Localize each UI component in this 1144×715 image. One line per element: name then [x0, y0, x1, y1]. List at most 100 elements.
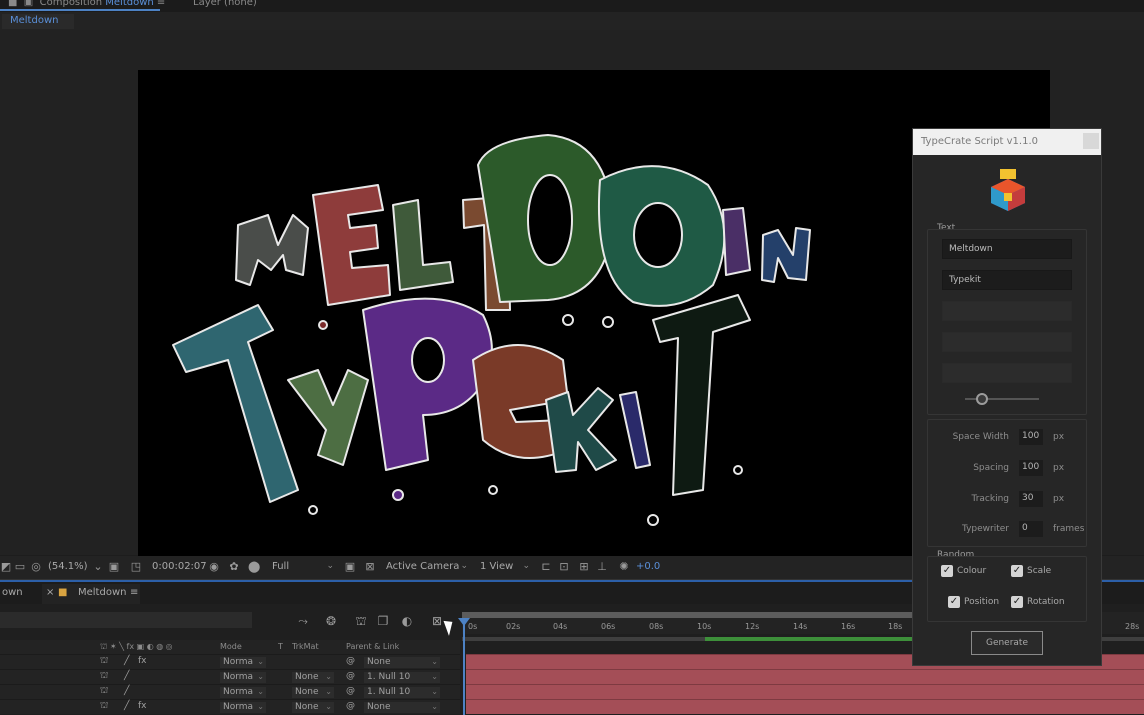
layer-row[interactable]: ⛫ ╱ Norma ⌄ None ⌄ @ 1. Null 10 ⌄: [0, 669, 460, 684]
generate-button[interactable]: Generate: [971, 631, 1043, 655]
column-mode[interactable]: Mode: [220, 642, 242, 651]
show-snapshot-icon[interactable]: ✿: [228, 561, 240, 573]
mask-icon[interactable]: ◎: [30, 561, 42, 573]
flowchart-icon[interactable]: ⊥: [596, 561, 608, 573]
timeline-tab-previous[interactable]: own: [2, 587, 23, 598]
graph-editor-icon[interactable]: ⊠: [430, 614, 444, 628]
view-layout-select[interactable]: 1 View ⌄: [476, 559, 532, 577]
pixel-aspect-icon[interactable]: ⊏: [540, 561, 552, 573]
snapshot-icon[interactable]: ◉: [208, 561, 220, 573]
frame-blending-icon[interactable]: ❐: [376, 614, 390, 628]
parent-select[interactable]: None ⌄: [364, 702, 440, 713]
transparency-grid-icon[interactable]: ⊠: [364, 561, 376, 573]
position-checkbox[interactable]: ✓: [948, 596, 960, 608]
pickwhip-icon[interactable]: @: [346, 671, 355, 681]
fx-icon[interactable]: fx: [138, 701, 147, 711]
trkmat-select[interactable]: None ⌄: [292, 672, 334, 683]
shy-icon[interactable]: ⛫: [100, 686, 108, 697]
tick-label: 10s: [697, 622, 712, 631]
column-t[interactable]: T: [278, 642, 283, 651]
pickwhip-icon[interactable]: @: [346, 686, 355, 696]
column-parent[interactable]: Parent & Link: [346, 642, 399, 651]
motion-blur-icon[interactable]: ◐: [400, 614, 414, 628]
mode-select[interactable]: Norma ⌄: [220, 672, 266, 683]
mode-select[interactable]: Norma ⌄: [220, 702, 266, 713]
shy-icon[interactable]: ⛫: [100, 701, 108, 712]
layer-row[interactable]: ⛫ ╱ fx Norma ⌄ @ None ⌄: [0, 654, 460, 669]
tracking-input[interactable]: 30: [1019, 491, 1043, 507]
playhead-line[interactable]: [463, 620, 465, 715]
parent-select[interactable]: 1. Null 10 ⌄: [364, 672, 440, 683]
space-width-input[interactable]: 100: [1019, 429, 1043, 445]
scale-checkbox[interactable]: ✓: [1011, 565, 1023, 577]
trkmat-select[interactable]: None ⌄: [292, 687, 334, 698]
layer-tab[interactable]: Layer (none): [193, 0, 257, 8]
panel-title[interactable]: TypeCrate Script v1.1.0: [913, 129, 1101, 155]
mode-select[interactable]: Norma ⌄: [220, 657, 266, 668]
fast-previews-icon[interactable]: ▣: [344, 561, 356, 573]
close-icon[interactable]: ×: [46, 587, 54, 598]
timeline-tab-meltdown[interactable]: × ■ Meltdown ≡: [42, 584, 140, 604]
shy-layers-icon[interactable]: ⛫: [354, 614, 368, 628]
column-trkmat[interactable]: TrkMat: [292, 642, 319, 651]
layer-track-bar[interactable]: [466, 699, 1144, 714]
composition-mini-flowchart-icon[interactable]: ⤳: [296, 614, 310, 628]
close-button[interactable]: [1083, 133, 1099, 149]
exposure-value[interactable]: +0.0: [636, 561, 660, 572]
text-field-5[interactable]: [942, 363, 1072, 383]
breadcrumb[interactable]: Meltdown: [2, 14, 74, 29]
zoom-level[interactable]: (54.1%): [48, 561, 88, 572]
text-field-1[interactable]: Meltdown: [942, 239, 1072, 259]
mode-select[interactable]: Norma ⌄: [220, 687, 266, 698]
pickwhip-icon[interactable]: @: [346, 656, 355, 666]
exposure-reset-icon[interactable]: ✺: [618, 561, 630, 573]
monitor-icon[interactable]: ▭: [14, 561, 26, 573]
quality-icon[interactable]: ╱: [124, 656, 129, 666]
quality-icon[interactable]: ╱: [124, 686, 129, 696]
space-width-label: Space Width: [952, 432, 1009, 442]
time-navigator-bar[interactable]: [462, 612, 912, 618]
region-of-interest-icon[interactable]: ◳: [130, 561, 142, 573]
rotation-checkbox[interactable]: ✓: [1011, 596, 1023, 608]
layer-row[interactable]: ⛫ ╱ fx Norma ⌄ None ⌄ @ None ⌄: [0, 699, 460, 714]
layer-search-input[interactable]: [0, 612, 252, 628]
text-field-3[interactable]: [942, 301, 1072, 321]
always-preview-icon[interactable]: ◩: [0, 561, 12, 573]
typewriter-input[interactable]: 0: [1019, 521, 1043, 537]
color-channels-icon[interactable]: ⬤: [248, 561, 260, 573]
layer-track-bar[interactable]: [466, 684, 1144, 699]
resolution-value: Full: [272, 561, 290, 572]
shy-icon[interactable]: ⛫: [100, 671, 108, 682]
menu-icon[interactable]: ≡: [130, 587, 138, 598]
slider-handle[interactable]: [976, 393, 988, 405]
composition-tab[interactable]: ■ ▣ Composition Meltdown ≡: [8, 0, 165, 8]
colour-checkbox[interactable]: ✓: [941, 565, 953, 577]
layer-track-bar[interactable]: [466, 669, 1144, 684]
active-tab-indicator: [0, 9, 160, 11]
quality-icon[interactable]: ╱: [124, 671, 129, 681]
chevron-down-icon: ⌄: [325, 672, 332, 681]
fx-icon[interactable]: fx: [138, 656, 147, 666]
spacing-input[interactable]: 100: [1019, 460, 1043, 476]
text-field-4[interactable]: [942, 332, 1072, 352]
parent-select[interactable]: None ⌄: [364, 657, 440, 668]
quality-icon[interactable]: ╱: [124, 701, 129, 711]
timeline-icon[interactable]: ⊞: [578, 561, 590, 573]
pickwhip-icon[interactable]: @: [346, 701, 355, 711]
playhead-handle[interactable]: [458, 618, 470, 626]
toggle-3d-icon[interactable]: ⊡: [558, 561, 570, 573]
text-field-2[interactable]: Typekit: [942, 270, 1072, 290]
parent-select[interactable]: 1. Null 10 ⌄: [364, 687, 440, 698]
layer-row[interactable]: ⛫ ╱ Norma ⌄ None ⌄ @ 1. Null 10 ⌄: [0, 684, 460, 699]
tick-label: 08s: [649, 622, 664, 631]
chevron-down-icon[interactable]: ⌄: [92, 561, 104, 573]
resolution-select[interactable]: Full ⌄: [268, 559, 336, 577]
camera-select[interactable]: Active Camera ⌄: [382, 559, 470, 577]
current-timecode[interactable]: 0:00:02:07: [152, 561, 207, 572]
draft-3d-icon[interactable]: ❂: [324, 614, 338, 628]
trkmat-select[interactable]: None ⌄: [292, 702, 334, 713]
safe-zones-icon[interactable]: ▣: [108, 561, 120, 573]
tick-label: 28s: [1125, 622, 1140, 631]
chevron-down-icon: ⌄: [431, 672, 438, 681]
shy-icon[interactable]: ⛫: [100, 656, 108, 667]
